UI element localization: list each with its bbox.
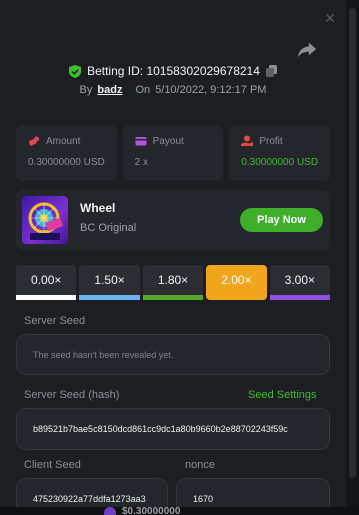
stat-label: Profit (259, 135, 283, 147)
multiplier-2[interactable]: 1.80× (142, 265, 204, 300)
bet-id-row: Betting ID: 10158302029678214 (0, 62, 346, 80)
multiplier-label: 1.80× (157, 273, 189, 287)
bet-meta-row: By badz On 5/10/2022, 9:12:17 PM (0, 82, 346, 98)
shield-check-icon (69, 64, 82, 78)
server-seed-field[interactable]: The seed hasn't been revealed yet. (16, 334, 330, 375)
money-hand-icon (241, 135, 254, 146)
stat-label: Payout (152, 135, 184, 147)
by-label: By (79, 84, 93, 96)
bet-stats: Amount 0.30000000 USD Payout 2 x Profit (16, 125, 331, 181)
stat-amount: Amount 0.30000000 USD (16, 125, 117, 181)
close-icon[interactable]: ✕ (320, 8, 340, 28)
bet-details-modal: ✕ Betting ID: 10158302029678214 By badz … (0, 0, 346, 515)
seed-settings-link[interactable]: Seed Settings (248, 389, 317, 401)
game-thumbnail[interactable] (22, 196, 68, 244)
multiplier-3-active[interactable]: 2.00× (206, 265, 267, 300)
game-name: Wheel (80, 201, 116, 215)
share-icon[interactable] (296, 38, 318, 60)
multiplier-1[interactable]: 1.50× (79, 265, 140, 300)
multiplier-color-bar (79, 295, 140, 300)
wallet-icon (135, 137, 147, 146)
scrollbar[interactable] (346, 0, 359, 515)
username-link[interactable]: badz (97, 84, 122, 96)
stat-profit: Profit 0.30000000 USD (229, 125, 331, 181)
stat-payout: Payout 2 x (122, 125, 224, 181)
stat-value: 2 x (134, 157, 149, 168)
scrollbar-thumb[interactable] (349, 8, 356, 478)
coins-icon (28, 136, 39, 146)
multiplier-label: 2.00× (221, 273, 252, 287)
server-seed-label: Server Seed (24, 315, 86, 327)
play-now-button[interactable]: Play Now (240, 208, 323, 232)
footer-amount: $0.30000000 (122, 506, 181, 515)
multiplier-label: 3.00× (284, 273, 316, 287)
stat-label: Amount (46, 135, 81, 147)
copy-icon[interactable] (265, 65, 277, 77)
stat-value: 0.30000000 USD (28, 157, 105, 168)
nonce-label: nonce (185, 459, 215, 471)
server-hash-label: Server Seed (hash) (24, 389, 120, 401)
bet-id: Betting ID: 10158302029678214 (87, 64, 260, 78)
stat-value: 0.30000000 USD (241, 157, 319, 168)
coin-icon (104, 507, 116, 515)
game-card: Wheel BC Original Play Now (16, 190, 330, 250)
multiplier-label: 0.00× (31, 273, 62, 287)
on-label: On (135, 84, 151, 96)
multiplier-4[interactable]: 3.00× (269, 265, 331, 300)
multiplier-label: 1.50× (94, 273, 125, 287)
wheel-art-icon (28, 202, 63, 240)
client-seed-label: Client Seed (24, 459, 81, 471)
multiplier-color-bar (16, 295, 77, 300)
multiplier-color-bar (142, 295, 204, 300)
bet-timestamp: 5/10/2022, 9:12:17 PM (155, 84, 267, 96)
multiplier-0[interactable]: 0.00× (16, 265, 77, 300)
game-provider: BC Original (80, 222, 137, 234)
multiplier-color-bar (269, 295, 331, 300)
server-hash-field[interactable]: b89521b7bae5c8150dcd861cc9dc1a80b9660b2e… (16, 408, 330, 450)
multiplier-tabs: 0.00× 1.50× 1.80× 2.00× 3.00× (16, 265, 331, 300)
